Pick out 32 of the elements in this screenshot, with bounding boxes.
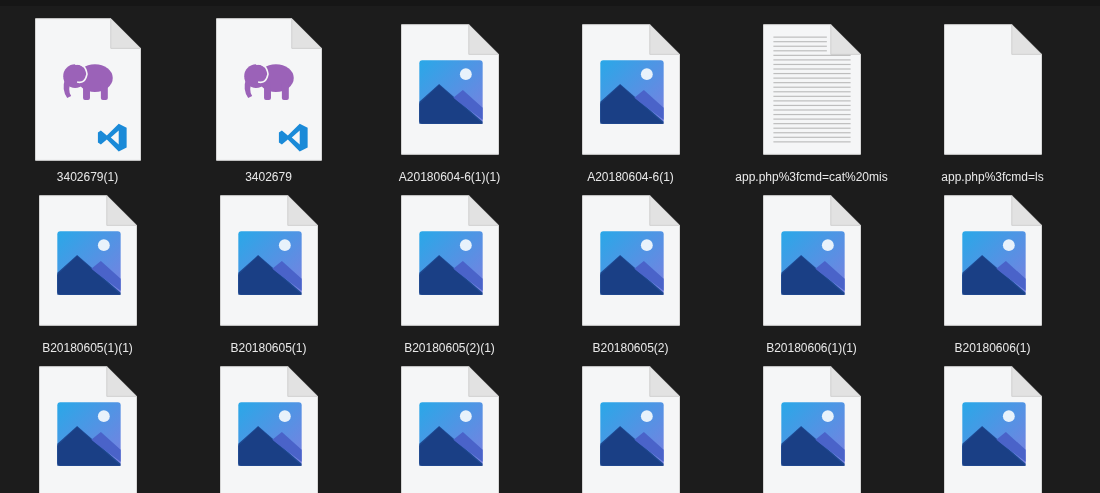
- file-name[interactable]: B20180605(1): [230, 339, 307, 357]
- picture-icon: [599, 59, 664, 124]
- file-name[interactable]: B20180605(2)(1): [404, 339, 495, 357]
- file-name[interactable]: A20180604-6(1)(1): [398, 168, 501, 186]
- picture-icon: [237, 401, 302, 466]
- picture-icon: [961, 230, 1026, 295]
- elephant-icon: [62, 62, 113, 100]
- text-lines-icon: [772, 36, 851, 142]
- file-name[interactable]: B20180606(1)(1): [766, 339, 857, 357]
- code-editor-icon: [97, 123, 127, 151]
- picture-icon: [961, 401, 1026, 466]
- picture-icon: [780, 401, 845, 466]
- picture-icon: [599, 230, 664, 295]
- picture-icon: [418, 401, 483, 466]
- picture-icon: [418, 59, 483, 124]
- file-name[interactable]: 3402679: [245, 168, 292, 186]
- picture-icon: [599, 401, 664, 466]
- file-name[interactable]: app.php%3fcmd=ls: [941, 168, 1044, 186]
- picture-icon: [56, 401, 121, 466]
- file-name[interactable]: B20180605(2): [592, 339, 669, 357]
- picture-icon: [418, 230, 483, 295]
- picture-icon: [780, 230, 845, 295]
- picture-icon: [56, 230, 121, 295]
- picture-icon: [237, 230, 302, 295]
- file-icon[interactable]: [943, 23, 1042, 155]
- file-name[interactable]: B20180606(1): [954, 339, 1031, 357]
- file-name[interactable]: 3402679(1): [56, 168, 119, 186]
- file-name[interactable]: A20180604-6(1): [587, 168, 674, 186]
- file-name[interactable]: B20180605(1)(1): [42, 339, 133, 357]
- code-editor-icon: [278, 123, 308, 151]
- file-name[interactable]: app.php%3fcmd=cat%20mis: [735, 168, 888, 186]
- elephant-icon: [243, 62, 294, 100]
